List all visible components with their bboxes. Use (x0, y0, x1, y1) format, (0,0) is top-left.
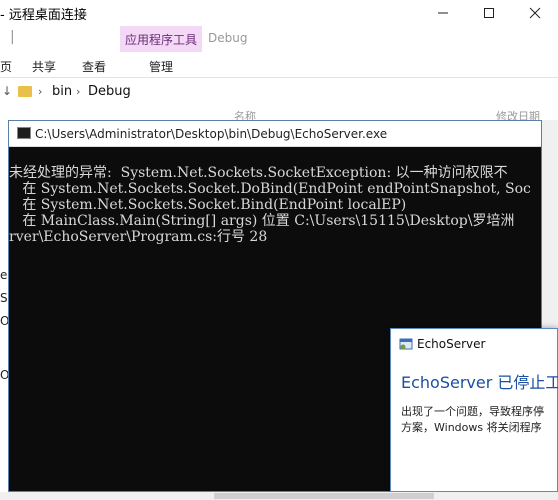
screen: - 远程桌面连接 | 应用程序工具 Debug 页 共享 查看 管理 ↓ › b… (0, 0, 558, 500)
breadcrumb-bin[interactable]: bin (52, 84, 72, 99)
app-window-icon (399, 338, 413, 350)
quick-access-separator: | (10, 29, 15, 45)
close-icon (529, 7, 541, 19)
maximize-icon (484, 8, 494, 18)
explorer-folder-title: Debug (208, 31, 248, 45)
remote-desktop-titlebar: - 远程桌面连接 (0, 0, 558, 26)
tab-view[interactable]: 查看 (82, 58, 106, 75)
console-line: 在 MainClass.Main(String[] args) 位置 C:\Us… (9, 213, 515, 229)
watermark: 知乎 @Dec (456, 468, 535, 486)
remote-desktop-title: - 远程桌面连接 (0, 8, 87, 23)
maximize-button[interactable] (466, 0, 512, 26)
tab-share[interactable]: 共享 (32, 58, 56, 75)
dialog-title: EchoServer (417, 337, 486, 351)
console-line: 未经处理的异常: System.Net.Sockets.SocketExcept… (9, 165, 508, 181)
close-button[interactable] (512, 0, 558, 26)
explorer-ribbon-top: | (0, 26, 558, 52)
console-app-icon (17, 127, 31, 139)
console-line: 在 System.Net.Sockets.Socket.Bind(EndPoin… (9, 197, 407, 213)
dialog-message-line: 方案，Windows 将关闭程序 (401, 421, 542, 434)
console-titlebar[interactable]: C:\Users\Administrator\Desktop\bin\Debug… (9, 121, 541, 147)
horizontal-scrollbar[interactable] (0, 492, 558, 500)
breadcrumb-debug[interactable]: Debug (88, 84, 131, 99)
dialog-headline: EchoServer 已停止工 (401, 373, 558, 392)
console-line: rver\EchoServer\Program.cs:行号 28 (9, 229, 268, 245)
ribbon-tabs: 页 共享 查看 管理 (0, 52, 558, 78)
context-tab-app-tools[interactable]: 应用程序工具 (120, 26, 202, 52)
dialog-titlebar[interactable]: EchoServer (391, 329, 558, 357)
minimize-icon (438, 12, 448, 14)
address-bar[interactable]: ↓ › bin › Debug (0, 80, 558, 106)
scrollbar-thumb[interactable] (214, 493, 434, 499)
chevron-right-icon: › (38, 85, 43, 98)
console-title: C:\Users\Administrator\Desktop\bin\Debug… (35, 127, 388, 141)
tab-home[interactable]: 页 (0, 58, 12, 75)
up-arrow-icon[interactable]: ↓ (2, 84, 12, 98)
console-line: 在 System.Net.Sockets.Socket.DoBind(EndPo… (9, 181, 531, 197)
dialog-message-line: 出现了一个问题，导致程序停 (401, 405, 544, 418)
chevron-right-icon: › (76, 85, 81, 98)
explorer-vertical-scrollbar[interactable] (542, 120, 558, 330)
folder-icon (18, 86, 32, 97)
minimize-button[interactable] (420, 0, 466, 26)
tab-manage[interactable]: 管理 (149, 58, 173, 75)
